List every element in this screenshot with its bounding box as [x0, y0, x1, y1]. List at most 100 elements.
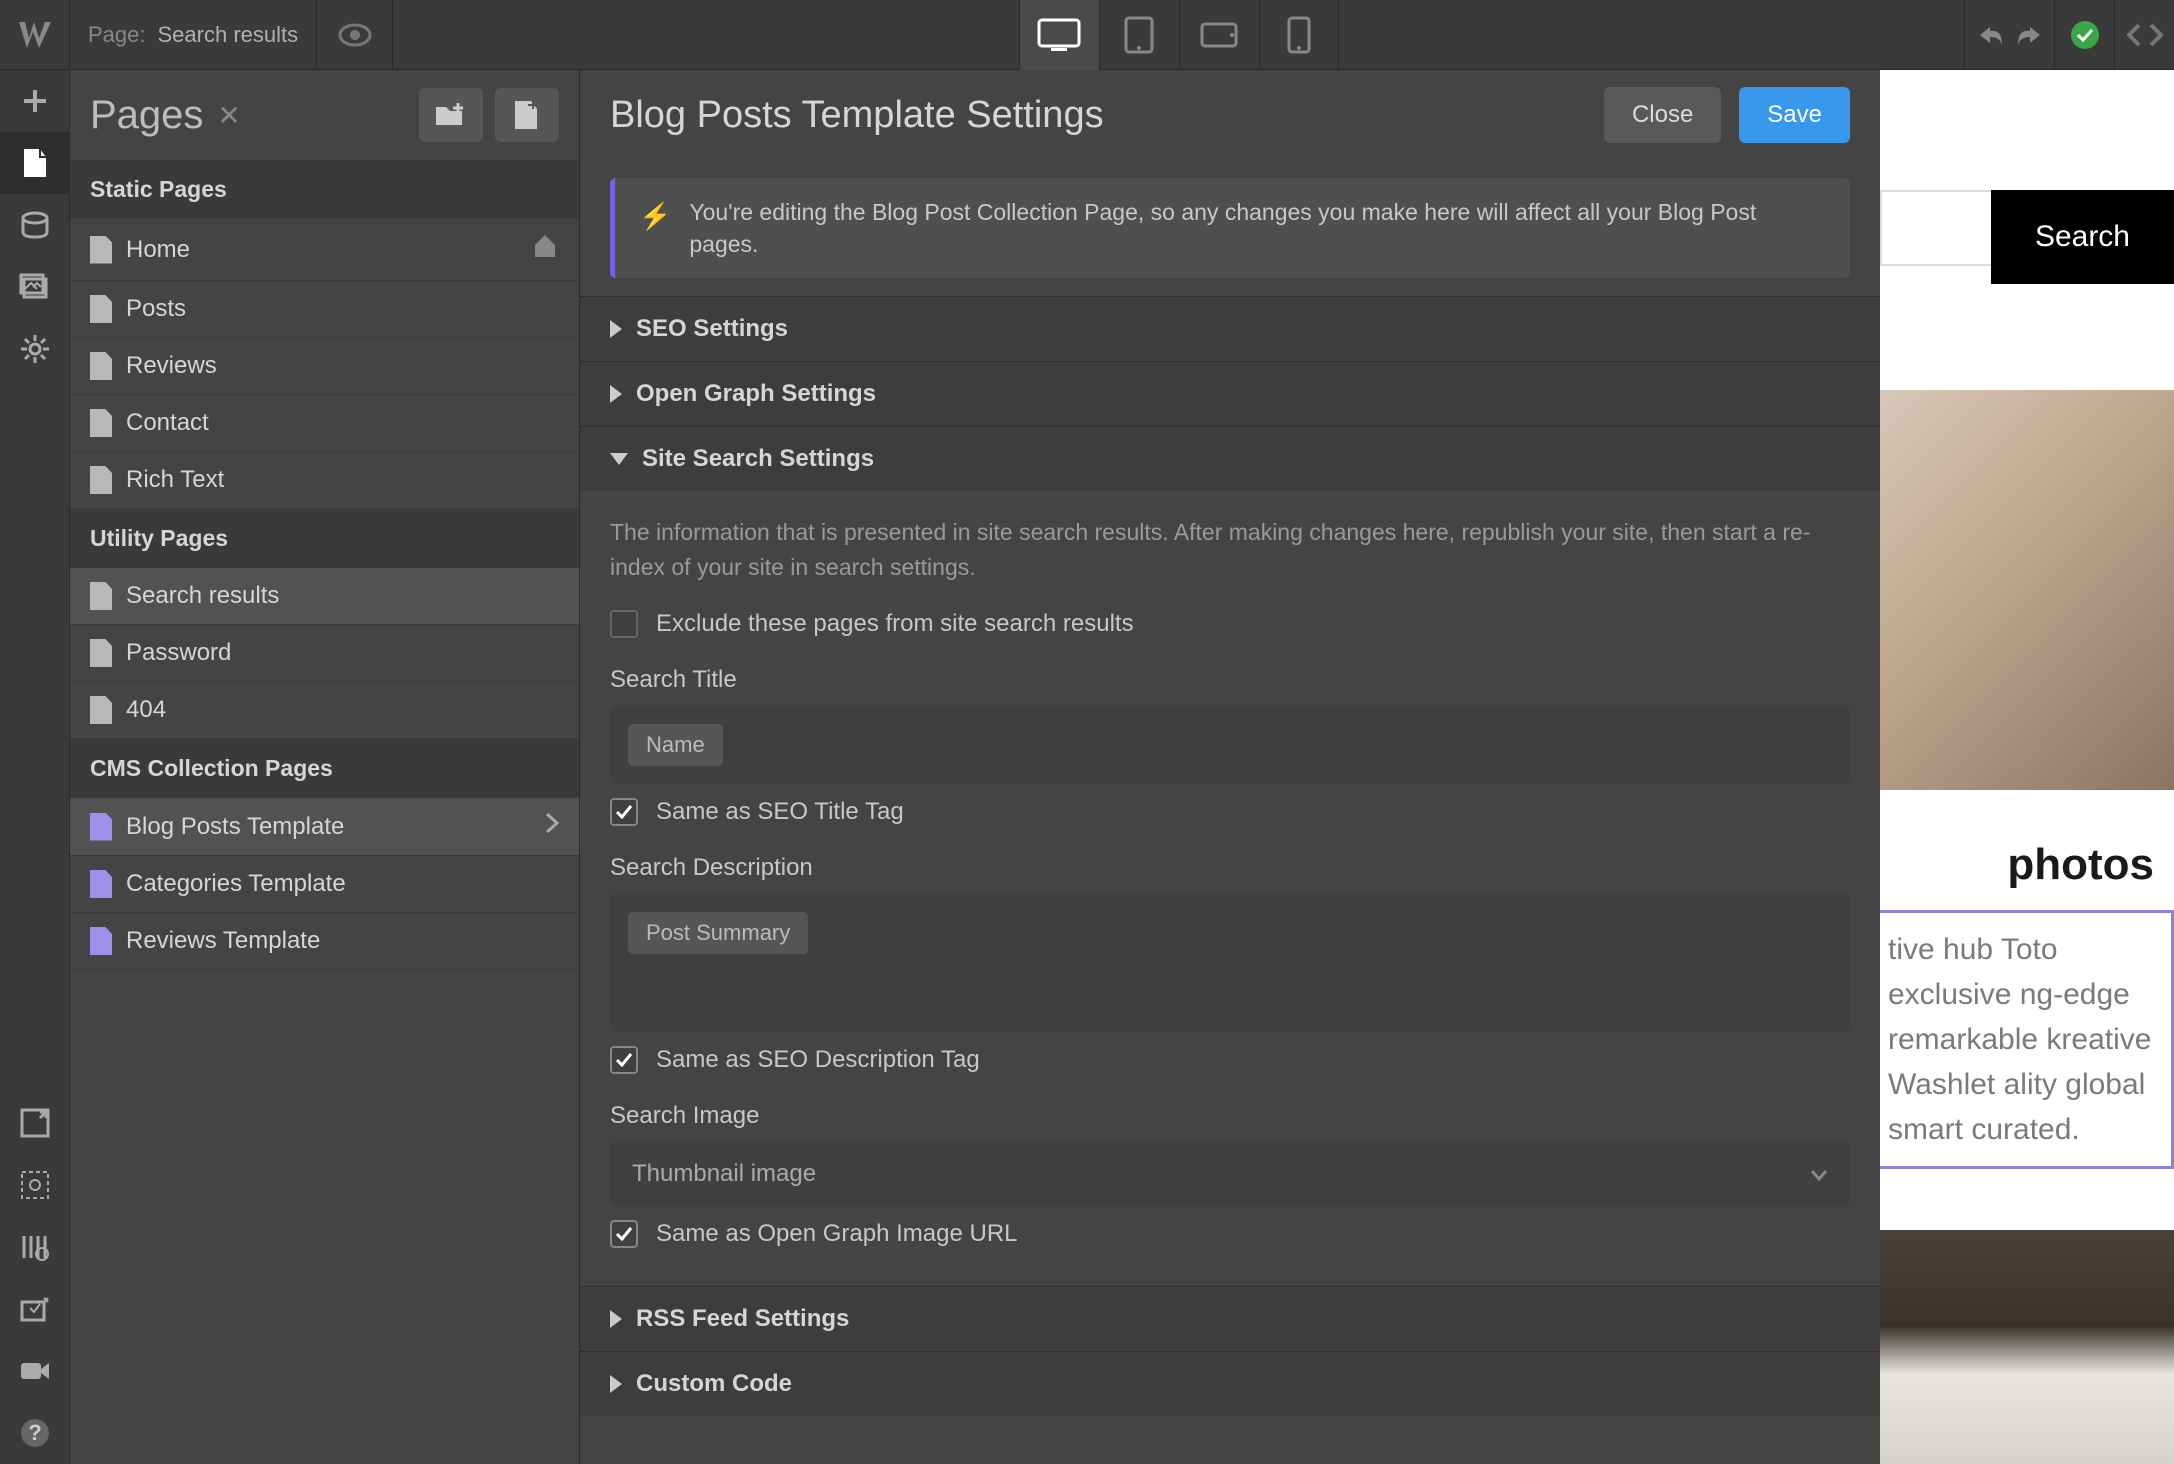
search-button[interactable]: Search	[1991, 190, 2174, 284]
close-button[interactable]: Close	[1604, 87, 1721, 143]
page-item-404[interactable]: 404	[70, 682, 579, 739]
og-settings-section[interactable]: Open Graph Settings	[580, 361, 1880, 426]
section-label: Site Search Settings	[642, 445, 874, 473]
grid-icon[interactable]	[0, 1216, 70, 1278]
page-item-search-results[interactable]: Search results	[70, 568, 579, 625]
page-item-label: Search results	[126, 582, 279, 610]
same-image-label: Same as Open Graph Image URL	[656, 1220, 1018, 1248]
custom-code-section[interactable]: Custom Code	[580, 1351, 1880, 1416]
canvas-preview: Search photos tive hub Toto exclusive ng…	[1880, 70, 2174, 1464]
help-icon[interactable]: ?	[0, 1402, 70, 1464]
same-desc-label: Same as SEO Description Tag	[656, 1046, 980, 1074]
redo-icon[interactable]	[2014, 23, 2042, 47]
undo-redo-group	[1964, 0, 2054, 70]
exclude-label: Exclude these pages from site search res…	[656, 610, 1134, 638]
video-icon[interactable]	[0, 1340, 70, 1402]
save-button[interactable]: Save	[1739, 87, 1850, 143]
chevron-down-icon	[610, 453, 628, 465]
page-icon	[90, 352, 112, 380]
page-indicator[interactable]: Page: Search results	[70, 0, 317, 70]
bolt-icon: ⚡	[639, 198, 671, 234]
close-icon[interactable]: ✕	[217, 99, 240, 132]
undo-icon[interactable]	[1978, 23, 2006, 47]
svg-text:?: ?	[28, 1420, 41, 1445]
search-title-input[interactable]: Name	[610, 706, 1850, 784]
page-item-blog-template[interactable]: Blog Posts Template	[70, 798, 579, 856]
page-item-posts[interactable]: Posts	[70, 281, 579, 338]
pages-icon[interactable]	[0, 132, 70, 194]
select-value: Thumbnail image	[632, 1160, 816, 1188]
preview-image-desk	[1880, 1230, 2174, 1464]
page-item-richtext[interactable]: Rich Text	[70, 452, 579, 509]
page-icon	[90, 696, 112, 724]
help-text: The information that is presented in sit…	[610, 515, 1850, 584]
search-title-label: Search Title	[610, 666, 1850, 694]
viewport-desktop[interactable]	[1019, 0, 1099, 70]
preview-body-fragment: tive hub Toto exclusive ng-edge remarkab…	[1880, 910, 2174, 1169]
info-banner: ⚡ You're editing the Blog Post Collectio…	[610, 178, 1850, 278]
section-label: RSS Feed Settings	[636, 1305, 849, 1333]
cms-icon[interactable]	[0, 194, 70, 256]
top-right-actions	[1964, 0, 2174, 70]
pages-panel: Pages ✕ Static Pages Home Posts Reviews …	[70, 70, 580, 1464]
same-image-checkbox-row[interactable]: Same as Open Graph Image URL	[610, 1220, 1850, 1248]
code-export-icon[interactable]	[2114, 0, 2174, 70]
pages-title: Pages	[90, 93, 203, 138]
settings-title: Blog Posts Template Settings	[610, 94, 1104, 137]
new-page-button[interactable]	[495, 88, 559, 142]
banner-text: You're editing the Blog Post Collection …	[689, 196, 1826, 260]
navigator-icon[interactable]	[0, 1092, 70, 1154]
page-item-label: Reviews Template	[126, 927, 320, 955]
settings-header: Blog Posts Template Settings Close Save	[580, 70, 1880, 160]
section-label: Custom Code	[636, 1370, 792, 1398]
preview-toggle[interactable]	[317, 0, 393, 70]
page-item-label: Rich Text	[126, 466, 224, 494]
new-folder-button[interactable]	[419, 88, 483, 142]
same-desc-checkbox[interactable]	[610, 1046, 638, 1074]
exclude-checkbox[interactable]	[610, 610, 638, 638]
settings-gear-icon[interactable]	[0, 318, 70, 380]
page-item-label: Contact	[126, 409, 209, 437]
page-item-label: Posts	[126, 295, 186, 323]
search-image-label: Search Image	[610, 1102, 1850, 1130]
audit-icon[interactable]	[0, 1278, 70, 1340]
assets-icon[interactable]	[0, 256, 70, 318]
search-desc-input[interactable]: Post Summary	[610, 894, 1850, 1032]
page-item-home[interactable]: Home	[70, 219, 579, 281]
page-item-contact[interactable]: Contact	[70, 395, 579, 452]
add-element-icon[interactable]	[0, 70, 70, 132]
seo-settings-section[interactable]: SEO Settings	[580, 296, 1880, 361]
search-image-select[interactable]: Thumbnail image	[610, 1142, 1850, 1206]
viewport-phone-landscape[interactable]	[1179, 0, 1259, 70]
same-title-checkbox[interactable]	[610, 798, 638, 826]
left-tool-rail: ?	[0, 70, 70, 1464]
caret-down-icon	[1810, 1160, 1828, 1188]
settings-panel: Blog Posts Template Settings Close Save …	[580, 70, 1880, 1464]
page-item-password[interactable]: Password	[70, 625, 579, 682]
page-item-reviews-template[interactable]: Reviews Template	[70, 913, 579, 970]
rss-settings-section[interactable]: RSS Feed Settings	[580, 1286, 1880, 1351]
exclude-checkbox-row[interactable]: Exclude these pages from site search res…	[610, 610, 1850, 638]
page-item-label: Blog Posts Template	[126, 813, 344, 841]
site-search-body: The information that is presented in sit…	[580, 491, 1880, 1286]
page-item-categories-template[interactable]: Categories Template	[70, 856, 579, 913]
status-indicator[interactable]	[2054, 0, 2114, 70]
page-icon	[90, 639, 112, 667]
cms-page-icon	[90, 870, 112, 898]
cms-page-icon	[90, 813, 112, 841]
same-title-checkbox-row[interactable]: Same as SEO Title Tag	[610, 798, 1850, 826]
webflow-logo[interactable]	[0, 0, 70, 70]
xray-icon[interactable]	[0, 1154, 70, 1216]
viewport-switcher	[393, 0, 1964, 70]
page-label: Page:	[88, 22, 146, 48]
page-icon	[90, 466, 112, 494]
same-desc-checkbox-row[interactable]: Same as SEO Description Tag	[610, 1046, 1850, 1074]
same-image-checkbox[interactable]	[610, 1220, 638, 1248]
page-icon	[90, 582, 112, 610]
viewport-phone[interactable]	[1259, 0, 1339, 70]
page-item-label: Categories Template	[126, 870, 346, 898]
page-item-label: Password	[126, 639, 231, 667]
page-item-reviews[interactable]: Reviews	[70, 338, 579, 395]
viewport-tablet[interactable]	[1099, 0, 1179, 70]
site-search-section[interactable]: Site Search Settings	[580, 426, 1880, 491]
